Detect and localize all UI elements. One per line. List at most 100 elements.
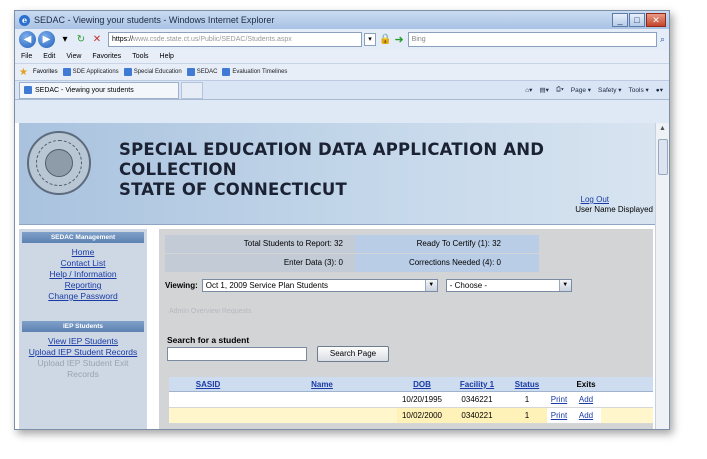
maximize-button[interactable]: □ [629, 13, 645, 27]
fav-link-label: Special Education [133, 69, 182, 75]
chevron-down-icon: ▼ [424, 280, 437, 291]
feeds-icon[interactable]: ▤▾ [539, 86, 548, 94]
header-facility[interactable]: Facility 1 [447, 377, 507, 391]
fav-link-label: Evaluation Timelines [232, 69, 288, 75]
cell-dob: 10/20/1995 [397, 392, 447, 407]
tab-sedac[interactable]: SEDAC - Viewing your students [19, 81, 179, 99]
menu-view[interactable]: View [66, 53, 81, 60]
stop-icon[interactable]: ✕ [90, 33, 104, 47]
print-link[interactable]: Print [547, 408, 571, 423]
command-bar: ⌂▾ ▤▾ ⎙▾ Page ▾ Safety ▾ Tools ▾ ●▾ [525, 86, 669, 94]
cell-dob: 10/02/2000 [397, 408, 447, 423]
window-controls: _ □ ✕ [612, 13, 666, 27]
header-status[interactable]: Status [507, 377, 547, 391]
header-dob[interactable]: DOB [397, 377, 447, 391]
search-icon[interactable]: ⌕ [660, 34, 665, 45]
menu-tools[interactable]: Tools [132, 53, 148, 60]
ie-logo-icon: e [19, 14, 30, 26]
menu-file[interactable]: File [21, 53, 32, 60]
sidebar-item-view-iep[interactable]: View IEP Students [22, 336, 144, 347]
header-name[interactable]: Name [247, 377, 397, 391]
enter-data: Enter Data (3): 0 [165, 254, 355, 272]
favorites-star-icon[interactable]: ★ [19, 67, 28, 78]
cell-status: 1 [507, 408, 547, 423]
corrections-value: 0 [496, 258, 501, 267]
header-sasid[interactable]: SASID [169, 377, 247, 391]
address-bar: ◀ ▶ ▾ ↻ ✕ https:// www.csde.state.ct.us/… [15, 29, 669, 50]
print-link[interactable]: Print [547, 392, 571, 407]
dropdown-arrow-icon[interactable]: ▾ [58, 33, 72, 47]
enter-value: 0 [338, 258, 343, 267]
fav-link-sedac[interactable]: SEDAC [186, 68, 218, 76]
new-tab-button[interactable] [181, 81, 203, 99]
site-title-line1: SPECIAL EDUCATION DATA APPLICATION AND C… [119, 140, 545, 179]
menu-edit[interactable]: Edit [43, 53, 55, 60]
home-icon[interactable]: ⌂▾ [525, 86, 532, 94]
go-icon[interactable]: ➜ [394, 33, 403, 46]
sidebar-item-upload-iep[interactable]: Upload IEP Student Records [22, 347, 144, 358]
close-button[interactable]: ✕ [646, 13, 666, 27]
corrections-needed: Corrections Needed (4): 0 [355, 254, 539, 272]
choose-select[interactable]: - Choose - ▼ [445, 279, 572, 292]
refresh-icon[interactable]: ↻ [74, 33, 88, 47]
sidebar-item-home[interactable]: Home [22, 247, 144, 258]
corrections-label: Corrections Needed (4): [408, 258, 495, 267]
student-search-input[interactable] [167, 347, 307, 361]
scroll-up-icon[interactable]: ▲ [659, 125, 666, 132]
favorites-bar: ★ Favorites SDE Applications Special Edu… [15, 63, 669, 80]
cell-name [247, 392, 397, 407]
fav-link-sde[interactable]: SDE Applications [62, 68, 119, 76]
add-exit-link[interactable]: Add [571, 408, 601, 423]
menu-favorites[interactable]: Favorites [92, 53, 121, 60]
back-button[interactable]: ◀ [19, 31, 36, 48]
total-value: 32 [334, 239, 343, 248]
fav-link-label: SEDAC [196, 69, 218, 75]
page-icon [24, 86, 32, 94]
admin-overview-link: Admin Overview Requests [169, 308, 252, 315]
lock-icon[interactable]: 🔒 [379, 34, 391, 45]
header-blank [547, 377, 571, 391]
page-icon [123, 68, 132, 76]
safety-menu[interactable]: Safety ▾ [598, 86, 622, 94]
sidebar-item-help[interactable]: Help / Information [22, 269, 144, 280]
fav-link-special-ed[interactable]: Special Education [123, 68, 182, 76]
seal-core [45, 149, 73, 177]
print-icon[interactable]: ⎙▾ [556, 86, 564, 94]
sidebar-heading-management: SEDAC Management [22, 232, 144, 243]
page-menu[interactable]: Page ▾ [571, 86, 591, 94]
table-row: 10/20/1995 0346221 1 Print Add [169, 392, 653, 408]
page-icon [222, 68, 231, 76]
url-field[interactable]: https:// www.csde.state.ct.us/ Public/SE… [108, 32, 362, 47]
sidebar-item-contact-list[interactable]: Contact List [22, 258, 144, 269]
sidebar-item-change-password[interactable]: Change Password [22, 291, 144, 302]
address-dropdown-icon[interactable]: ▾ [364, 33, 376, 46]
add-exit-link[interactable]: Add [571, 392, 601, 407]
window-title: SEDAC - Viewing your students - Windows … [34, 15, 275, 25]
cell-name [247, 408, 397, 423]
fav-link-timelines[interactable]: Evaluation Timelines [222, 68, 287, 76]
sidebar-item-reporting[interactable]: Reporting [22, 280, 144, 291]
tab-bar: SEDAC - Viewing your students ⌂▾ ▤▾ ⎙▾ P… [15, 80, 669, 100]
cell-sasid [169, 392, 247, 407]
search-page-button[interactable]: Search Page [317, 346, 389, 362]
help-icon[interactable]: ●▾ [656, 86, 663, 94]
sidebar: SEDAC Management Home Contact List Help … [19, 229, 147, 429]
minimize-button[interactable]: _ [612, 13, 628, 27]
sidebar-heading-iep: IEP Students [22, 321, 144, 332]
logout-link[interactable]: Log Out [581, 195, 609, 204]
forward-button[interactable]: ▶ [38, 31, 55, 48]
table-header: SASID Name DOB Facility 1 Status Exits [169, 377, 653, 392]
favorites-label[interactable]: Favorites [33, 69, 58, 75]
sidebar-iep: IEP Students View IEP Students Upload IE… [22, 321, 144, 380]
search-input[interactable]: Bing [407, 32, 657, 47]
sidebar-item-upload-iep-exit: Upload IEP Student Exit Records [37, 358, 129, 379]
tools-menu[interactable]: Tools ▾ [629, 86, 649, 94]
page-content: SPECIAL EDUCATION DATA APPLICATION AND C… [15, 123, 657, 429]
site-title-line2: STATE OF CONNECTICUT [119, 180, 347, 199]
scroll-thumb[interactable] [658, 139, 668, 175]
site-title: SPECIAL EDUCATION DATA APPLICATION AND C… [119, 140, 657, 200]
viewing-select[interactable]: Oct 1, 2009 Service Plan Students ▼ [201, 279, 438, 292]
menu-help[interactable]: Help [160, 53, 174, 60]
vertical-scrollbar[interactable]: ▲ [655, 123, 669, 429]
total-label: Total Students to Report: [243, 239, 332, 248]
